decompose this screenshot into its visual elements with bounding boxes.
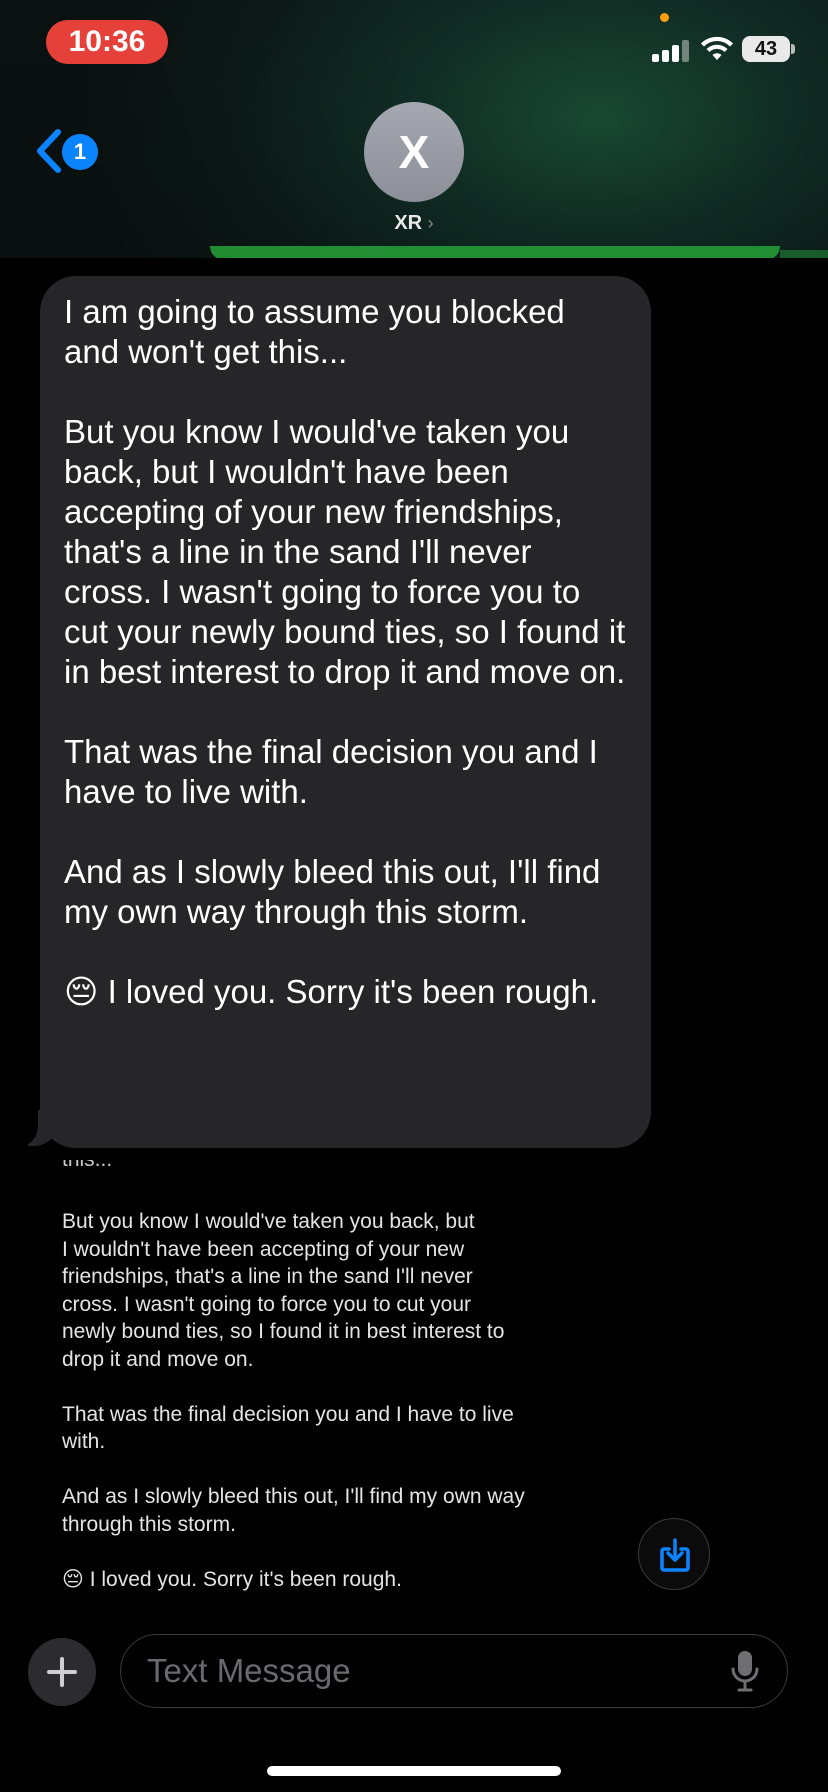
cellular-signal-icon xyxy=(652,38,690,62)
status-time: 10:36 xyxy=(46,20,168,64)
microphone-icon[interactable] xyxy=(730,1650,760,1692)
save-download-icon xyxy=(660,1538,690,1572)
plus-icon xyxy=(47,1657,77,1687)
chevron-left-icon xyxy=(37,129,61,173)
contact-name-button[interactable]: XR › xyxy=(364,212,464,238)
battery-tip xyxy=(791,44,795,54)
attachment-cut-text: this... xyxy=(62,1160,112,1172)
message-input[interactable] xyxy=(120,1634,788,1708)
apps-plus-button[interactable] xyxy=(28,1638,96,1706)
received-message-bubble[interactable]: I am going to assume you blocked and won… xyxy=(40,276,651,1148)
contact-avatar[interactable]: X xyxy=(364,102,464,202)
messages-screen: 10:36 43 1 X XR › I am going to assume y… xyxy=(0,0,828,1792)
battery-icon: 43 xyxy=(742,36,790,62)
chevron-right-icon: › xyxy=(427,213,434,233)
attachment-text: But you know I would've taken you back, … xyxy=(62,1210,525,1591)
contact-name: XR xyxy=(394,212,423,234)
unread-badge: 1 xyxy=(62,134,98,170)
save-attachment-button[interactable] xyxy=(638,1518,710,1590)
message-text: I am going to assume you blocked and won… xyxy=(64,293,626,1010)
wifi-icon xyxy=(701,36,733,60)
home-indicator[interactable] xyxy=(267,1766,561,1776)
screenshot-attachment[interactable]: this... But you know I would've taken yo… xyxy=(56,1160,616,1600)
back-button[interactable]: 1 xyxy=(30,126,102,178)
privacy-indicator-dot xyxy=(660,13,669,22)
